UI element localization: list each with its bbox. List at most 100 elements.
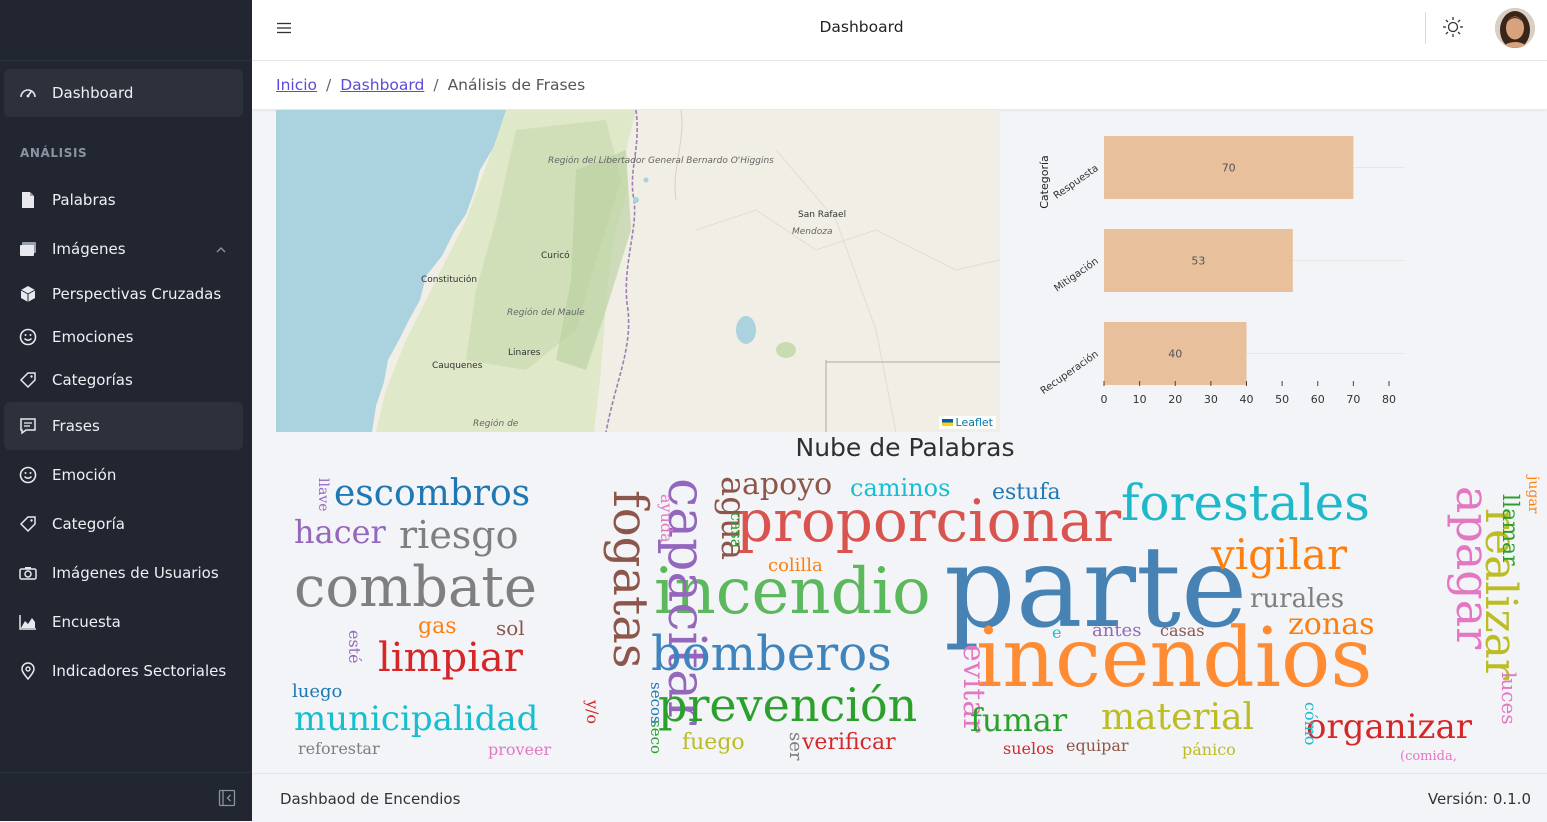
chart-x-tick-label: 70 — [1346, 393, 1360, 406]
sidebar-item-categoria[interactable]: Categoría — [4, 500, 243, 548]
word-cloud: parte incendios incendio proporcionar forest… — [276, 468, 1547, 773]
sidebar-item-label: Imágenes — [52, 240, 126, 258]
smile-icon — [4, 328, 52, 346]
cloud-word: vigilar — [1211, 530, 1348, 579]
sidebar-item-indicadores-sectoriales[interactable]: Indicadores Sectoriales — [4, 647, 243, 695]
chart-bar-value-label: 40 — [1168, 348, 1182, 361]
breadcrumb-dashboard-link[interactable]: Dashboard — [340, 76, 424, 94]
sidebar-footer — [0, 772, 252, 821]
cloud-word: zonas — [1288, 607, 1375, 642]
sidebar-item-emocion[interactable]: Emoción — [4, 451, 243, 499]
sidebar-item-palabras[interactable]: Palabras — [4, 176, 243, 224]
chart-x-tick-label: 50 — [1275, 393, 1289, 406]
sun-icon[interactable] — [1442, 16, 1464, 42]
map-view[interactable]: Región del Libertador General Bernardo O… — [276, 110, 1000, 432]
cloud-word: riesgo — [399, 513, 519, 557]
chart-x-tick-label: 10 — [1133, 393, 1147, 406]
cloud-word: prevención — [658, 678, 918, 732]
cloud-word: ayuda — [657, 494, 676, 543]
sidebar-item-label: Dashboard — [52, 84, 134, 102]
chart-x-tick-label: 80 — [1382, 393, 1396, 406]
sidebar-item-label: Categoría — [52, 515, 126, 533]
cloud-word: estufa — [992, 480, 1061, 505]
map-region-label: Región del Libertador General Bernardo O… — [548, 156, 774, 166]
smile-icon — [4, 466, 52, 484]
cloud-word: llamar — [1497, 494, 1522, 566]
cloud-word: luces — [1497, 672, 1521, 725]
breadcrumb-separator: / — [326, 76, 332, 94]
speedometer-icon — [4, 84, 52, 102]
chart-canvas: 70 Respuesta 53 Mitigación 40 Recuperación0 10… — [1038, 136, 1405, 406]
header-divider — [1425, 12, 1426, 44]
cloud-word: proveer — [488, 740, 552, 759]
breadcrumb-bar: Inicio / Dashboard / Análisis de Frases — [252, 61, 1547, 109]
cloud-word: y/o — [583, 700, 602, 725]
cloud-word: (comida, — [1400, 749, 1457, 764]
cloud-word: hacer — [294, 513, 386, 551]
location-pin-icon — [4, 662, 52, 680]
cloud-word: equipar — [1066, 736, 1129, 755]
cloud-word: verificar — [802, 730, 896, 755]
cloud-word: fuego — [682, 730, 745, 755]
wordcloud-title: Nube de Palabras — [795, 433, 1015, 462]
cloud-word: escombros — [334, 473, 531, 514]
cloud-word: jugar — [1525, 476, 1541, 514]
sidebar: Dashboard ANÁLISIS Palabras Imágenes Per… — [0, 0, 252, 821]
sidebar-item-label: Emociones — [52, 328, 134, 346]
camera-icon — [4, 565, 52, 581]
cloud-word: caminos — [850, 474, 951, 502]
sidebar-item-emociones[interactable]: Emociones — [4, 313, 243, 361]
chart-x-tick-label: 40 — [1240, 393, 1254, 406]
map-place-label: Curicó — [541, 251, 570, 261]
sidebar-item-label: Frases — [52, 417, 100, 435]
sidebar-item-imagenes[interactable]: Imágenes — [4, 225, 243, 273]
cloud-word: colilla — [768, 555, 823, 576]
sidebar-item-dashboard[interactable]: Dashboard — [4, 69, 243, 117]
map-region-label: Región de — [473, 419, 519, 429]
breadcrumb-home-link[interactable]: Inicio — [276, 76, 317, 94]
cloud-word: llave — [315, 478, 331, 512]
cloud-word: casa — [727, 512, 746, 549]
chart-category-label: Mitigación — [1052, 255, 1101, 294]
map-place-label: Linares — [508, 348, 541, 358]
chat-icon — [4, 417, 52, 435]
sidebar-item-imagenes-de-usuarios[interactable]: Imágenes de Usuarios — [4, 549, 243, 597]
cloud-word: rurales — [1250, 584, 1345, 614]
sidebar-item-label: Indicadores Sectoriales — [52, 662, 227, 680]
cloud-word: forestales — [1121, 474, 1370, 532]
sidebar-collapse-icon[interactable] — [218, 789, 236, 811]
cloud-word: cómo — [1301, 702, 1320, 746]
sidebar-brand — [0, 0, 252, 61]
footer: Dashbaod de Encendios Versión: 0.1.0 — [252, 773, 1547, 822]
avatar[interactable] — [1495, 8, 1535, 48]
sidebar-item-perspectivas-cruzadas[interactable]: Perspectivas Cruzadas — [4, 270, 243, 318]
chart-bar-value-label: 53 — [1191, 255, 1205, 268]
sidebar-item-categorias[interactable]: Categorías — [4, 356, 243, 404]
cloud-word: gas — [418, 614, 457, 639]
map-region-label: Mendoza — [792, 227, 833, 237]
file-icon — [4, 191, 52, 209]
page-title: Dashboard — [819, 18, 904, 36]
sidebar-section-title: ANÁLISIS — [20, 146, 88, 160]
cloud-word: bomberos — [651, 626, 892, 682]
sidebar-item-label: Categorías — [52, 371, 133, 389]
cloud-word: organizar — [1306, 707, 1472, 747]
sidebar-item-label: Emoción — [52, 466, 117, 484]
images-icon — [4, 241, 52, 257]
sidebar-item-frases[interactable]: Frases — [4, 402, 243, 450]
cloud-word: pánico — [1182, 740, 1236, 759]
cloud-word: casas — [1160, 621, 1205, 640]
map-attribution-link[interactable]: Leaflet — [938, 416, 996, 429]
chart-x-tick-label: 20 — [1168, 393, 1182, 406]
sidebar-item-encuesta[interactable]: Encuesta — [4, 598, 243, 646]
cloud-word: material — [1101, 697, 1255, 738]
cloud-word: reforestar — [298, 739, 380, 758]
cloud-word: apoyo — [742, 468, 833, 502]
chart-category-label: Recuperación — [1038, 348, 1101, 397]
cloud-word: antes — [1092, 620, 1142, 641]
chart-x-tick-label: 0 — [1101, 393, 1108, 406]
map-attribution-text: Leaflet — [955, 416, 993, 429]
breadcrumb: Inicio / Dashboard / Análisis de Frases — [276, 76, 585, 94]
cloud-word: seco — [647, 720, 665, 755]
cloud-word: esté — [345, 630, 364, 664]
